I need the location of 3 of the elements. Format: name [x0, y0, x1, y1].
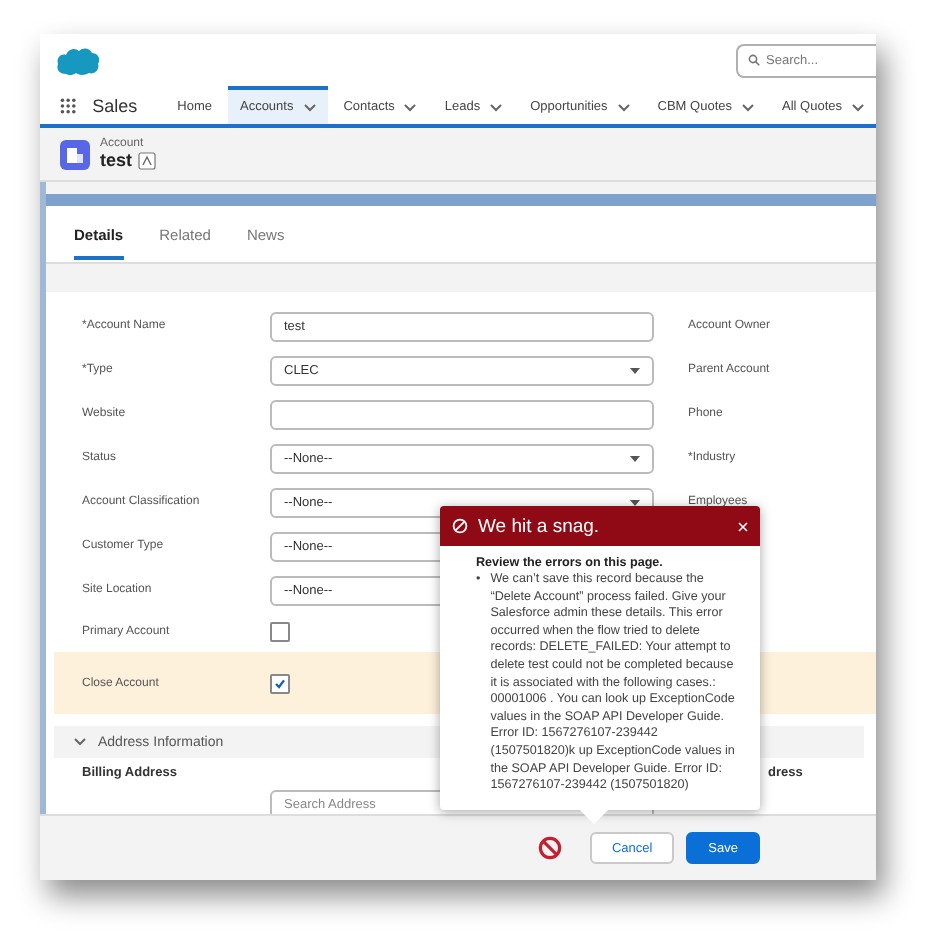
popover-title: We hit a snag.: [478, 515, 602, 537]
record-name: test: [100, 150, 133, 170]
app-name: Sales: [92, 95, 138, 115]
